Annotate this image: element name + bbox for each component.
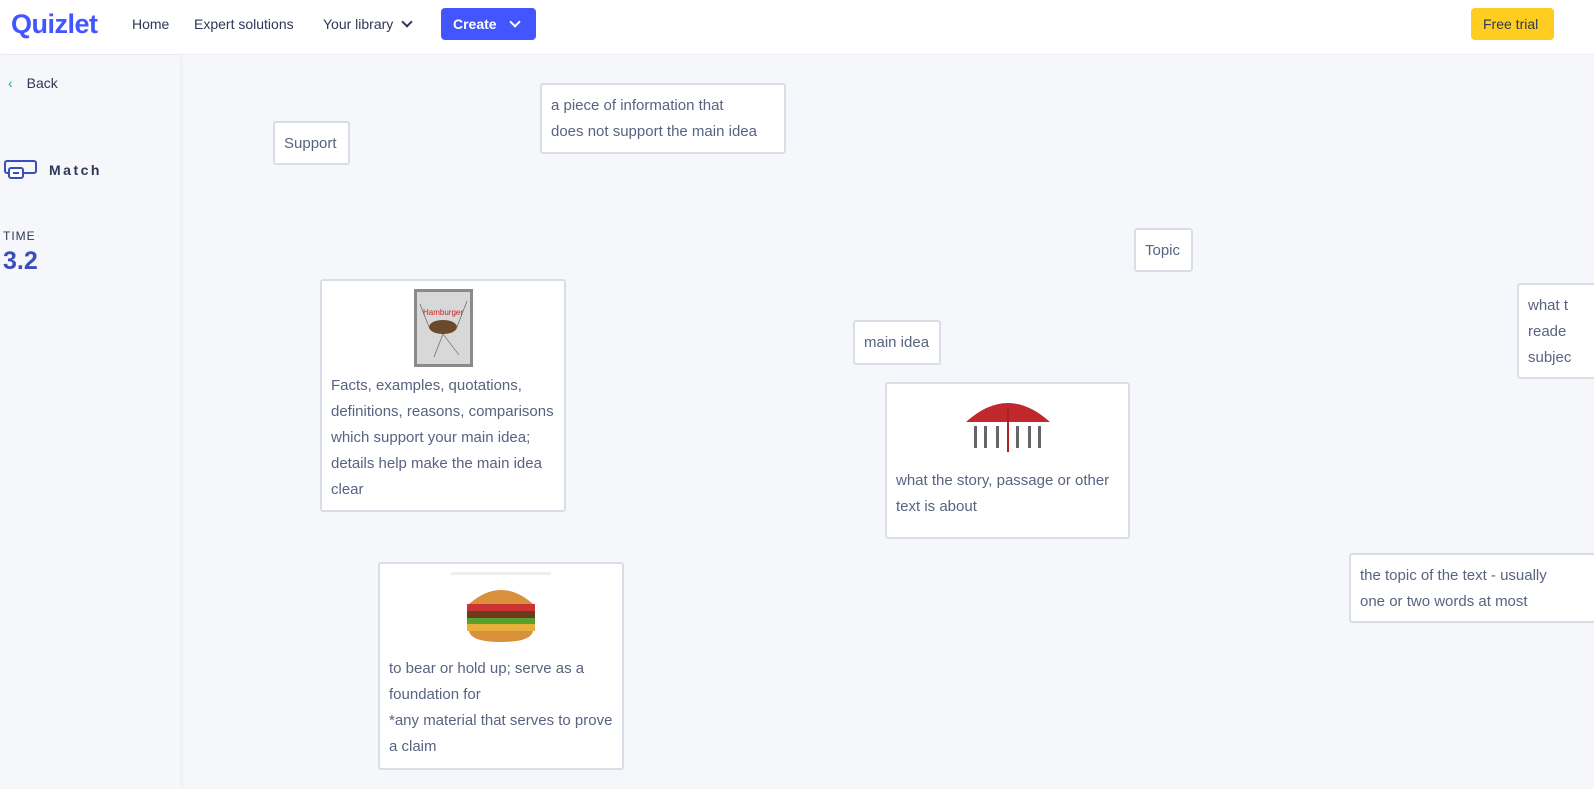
match-tile[interactable]: to bear or hold up; serve as a foundatio… xyxy=(378,562,624,770)
match-tile[interactable]: what t reade subjec xyxy=(1517,283,1594,379)
tile-text: what t reade subjec xyxy=(1528,297,1572,366)
create-label: Create xyxy=(453,16,497,32)
sidebar: ‹ Back Match TIME 3.2 xyxy=(0,55,180,789)
tile-text: to bear or hold up; serve as a foundatio… xyxy=(389,660,613,755)
match-tile[interactable]: what the story, passage or other text is… xyxy=(885,382,1130,539)
svg-text:Hamburger: Hamburger xyxy=(422,308,462,317)
mode-match: Match xyxy=(4,160,102,180)
tile-text: main idea xyxy=(864,334,930,351)
back-button[interactable]: ‹ Back xyxy=(8,75,58,91)
free-trial-button[interactable]: Free trial xyxy=(1471,8,1554,40)
create-button[interactable]: Create xyxy=(441,8,536,40)
nav-expert-solutions[interactable]: Expert solutions xyxy=(194,16,294,32)
tile-text: a piece of information that does not sup… xyxy=(551,97,757,140)
nav-home[interactable]: Home xyxy=(132,16,169,32)
time-value: 3.2 xyxy=(3,247,38,275)
time-label: TIME xyxy=(3,229,36,243)
match-tile[interactable]: Topic xyxy=(1134,228,1193,272)
your-library-label: Your library xyxy=(323,16,394,32)
hamburger-diagram-image: Hamburger xyxy=(413,289,473,367)
match-tile[interactable]: a piece of information that does not sup… xyxy=(540,83,786,154)
tile-text: Facts, examples, quotations, definitions… xyxy=(331,377,554,498)
tile-text: what the story, passage or other text is… xyxy=(896,472,1110,515)
tile-text: the topic of the text - usually one or t… xyxy=(1360,567,1547,610)
match-tile[interactable]: Support xyxy=(273,121,350,165)
chevron-down-icon xyxy=(508,16,521,28)
tile-text: Topic xyxy=(1145,242,1181,259)
match-icon xyxy=(4,160,37,179)
match-tile[interactable]: the topic of the text - usually one or t… xyxy=(1349,553,1594,623)
tile-text: Support xyxy=(284,135,337,152)
top-nav: Quizlet Home Expert solutions Your libra… xyxy=(0,0,1594,55)
back-label: Back xyxy=(26,75,58,91)
chevron-down-icon xyxy=(401,16,413,28)
hamburger-image xyxy=(451,572,551,642)
quizlet-logo[interactable]: Quizlet xyxy=(11,9,98,40)
nav-your-library[interactable]: Your library xyxy=(323,16,413,32)
chevron-left-icon: ‹ xyxy=(8,75,13,91)
umbrella-image xyxy=(965,403,1050,452)
match-tile[interactable]: main idea xyxy=(853,320,941,365)
match-tile[interactable]: Hamburger Facts, examples, quotations, d… xyxy=(320,279,566,512)
mode-label: Match xyxy=(49,162,102,178)
